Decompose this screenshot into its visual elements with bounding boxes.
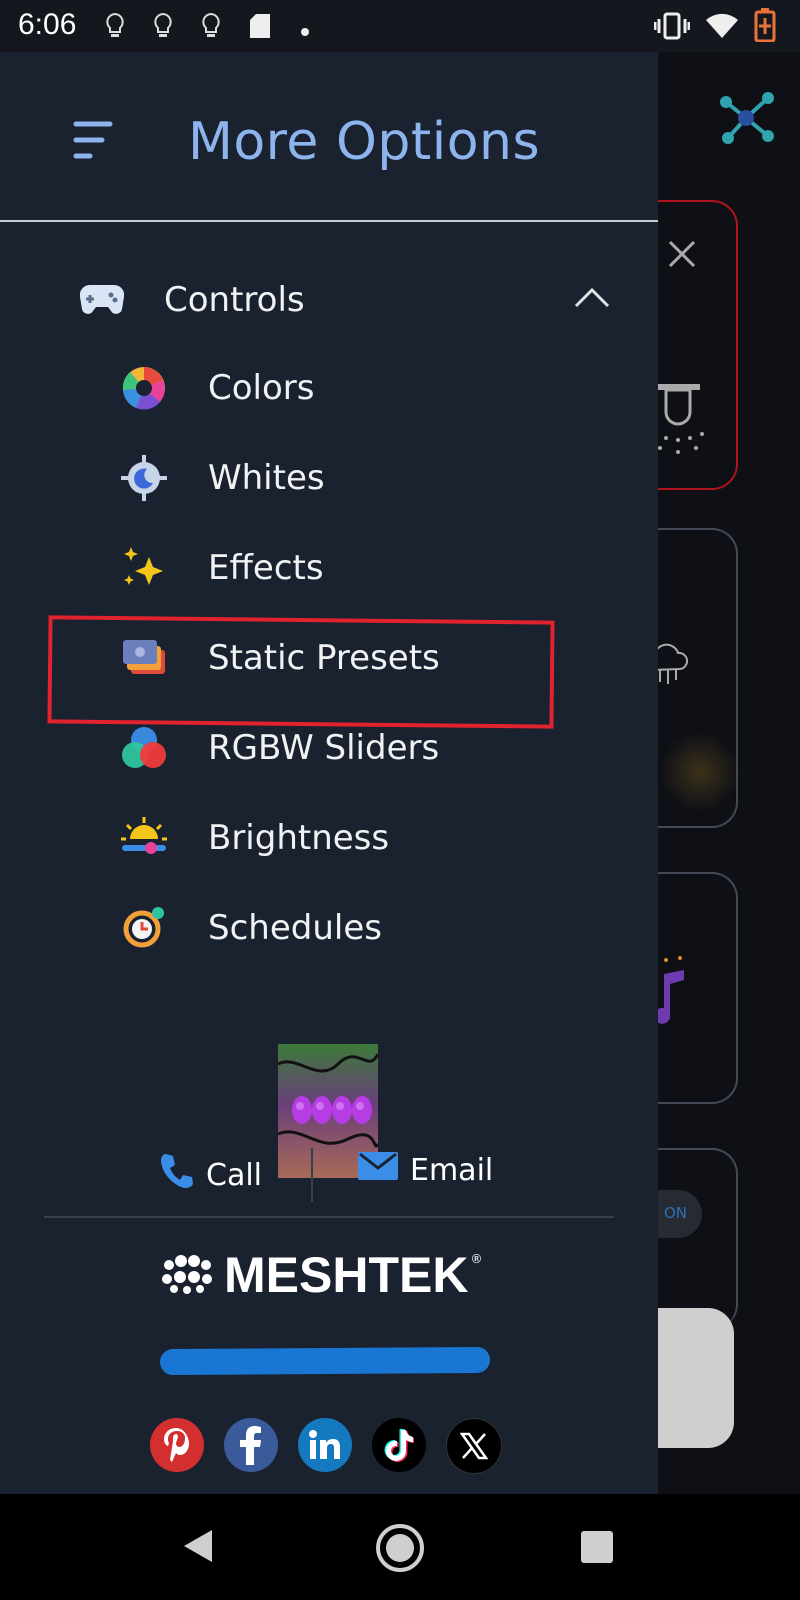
drawer-header: More Options xyxy=(0,52,658,222)
lightbulb-icon xyxy=(200,12,222,44)
battery-charging-icon xyxy=(754,8,776,46)
navigation-drawer: More Options Controls Colors Whites Effe… xyxy=(0,52,658,1494)
whites-icon xyxy=(120,454,168,502)
vibrate-icon xyxy=(653,12,691,44)
menu-item-brightness[interactable]: Brightness xyxy=(120,814,389,862)
menu-item-effects[interactable]: Effects xyxy=(120,544,324,592)
email-icon xyxy=(358,1152,398,1188)
menu-item-label: Schedules xyxy=(208,908,382,948)
system-nav-bar xyxy=(0,1494,800,1600)
section-controls-label: Controls xyxy=(164,280,305,320)
call-label: Call xyxy=(206,1157,263,1193)
chevron-up-icon[interactable] xyxy=(574,286,610,312)
network-icon[interactable] xyxy=(718,90,774,150)
close-icon[interactable] xyxy=(666,238,698,274)
lightbulb-icon xyxy=(104,12,126,44)
sparkles-icon xyxy=(120,544,168,592)
color-wheel-icon xyxy=(120,364,168,412)
menu-item-colors[interactable]: Colors xyxy=(120,364,314,412)
highlight-annotation xyxy=(47,615,555,729)
meshtek-logo-icon xyxy=(160,1251,214,1299)
menu-item-label: Brightness xyxy=(208,818,390,858)
facebook-icon[interactable] xyxy=(224,1418,278,1472)
menu-icon[interactable] xyxy=(72,120,114,166)
background-app: ON xyxy=(592,52,800,1494)
toggle-label: ON xyxy=(664,1204,688,1222)
recents-icon[interactable] xyxy=(580,1530,614,1568)
brand-logo: MESHTEK ® xyxy=(160,1246,482,1304)
section-controls[interactable]: Controls xyxy=(78,272,618,328)
menu-item-label: Whites xyxy=(208,458,325,498)
lightbulb-icon xyxy=(152,12,174,44)
brand-name: MESHTEK xyxy=(224,1247,469,1303)
schedule-icon xyxy=(120,904,168,952)
phone-icon xyxy=(160,1152,194,1198)
email-label: Email xyxy=(410,1152,494,1188)
menu-item-label: Colors xyxy=(208,368,315,408)
drawer-title: More Options xyxy=(188,112,541,172)
dot-icon xyxy=(300,22,310,41)
call-button[interactable]: Call xyxy=(160,1152,262,1198)
status-bar: 6:06 xyxy=(0,0,800,52)
footer-divider xyxy=(44,1216,614,1218)
menu-item-label: RGBW Sliders xyxy=(208,728,440,768)
rgbw-icon xyxy=(120,724,168,772)
gamepad-icon xyxy=(78,276,126,324)
contact-divider xyxy=(311,1148,313,1202)
x-icon[interactable] xyxy=(446,1418,502,1474)
menu-item-whites[interactable]: Whites xyxy=(120,454,325,502)
menu-item-schedules[interactable]: Schedules xyxy=(120,904,382,952)
back-icon[interactable] xyxy=(182,1528,214,1568)
pinterest-icon[interactable] xyxy=(150,1418,204,1472)
email-button[interactable]: Email xyxy=(358,1152,493,1188)
home-icon[interactable] xyxy=(374,1522,426,1578)
redacted-contact-info xyxy=(159,1346,491,1376)
wifi-icon xyxy=(706,12,738,44)
menu-item-label: Effects xyxy=(208,548,324,588)
tiktok-icon[interactable] xyxy=(372,1418,426,1472)
status-time: 6:06 xyxy=(18,8,77,41)
menu-item-rgbw-sliders[interactable]: RGBW Sliders xyxy=(120,724,439,772)
registered-mark: ® xyxy=(470,1252,483,1266)
brightness-icon xyxy=(120,814,168,862)
sd-card-icon xyxy=(250,14,270,42)
linkedin-icon[interactable] xyxy=(298,1418,352,1472)
